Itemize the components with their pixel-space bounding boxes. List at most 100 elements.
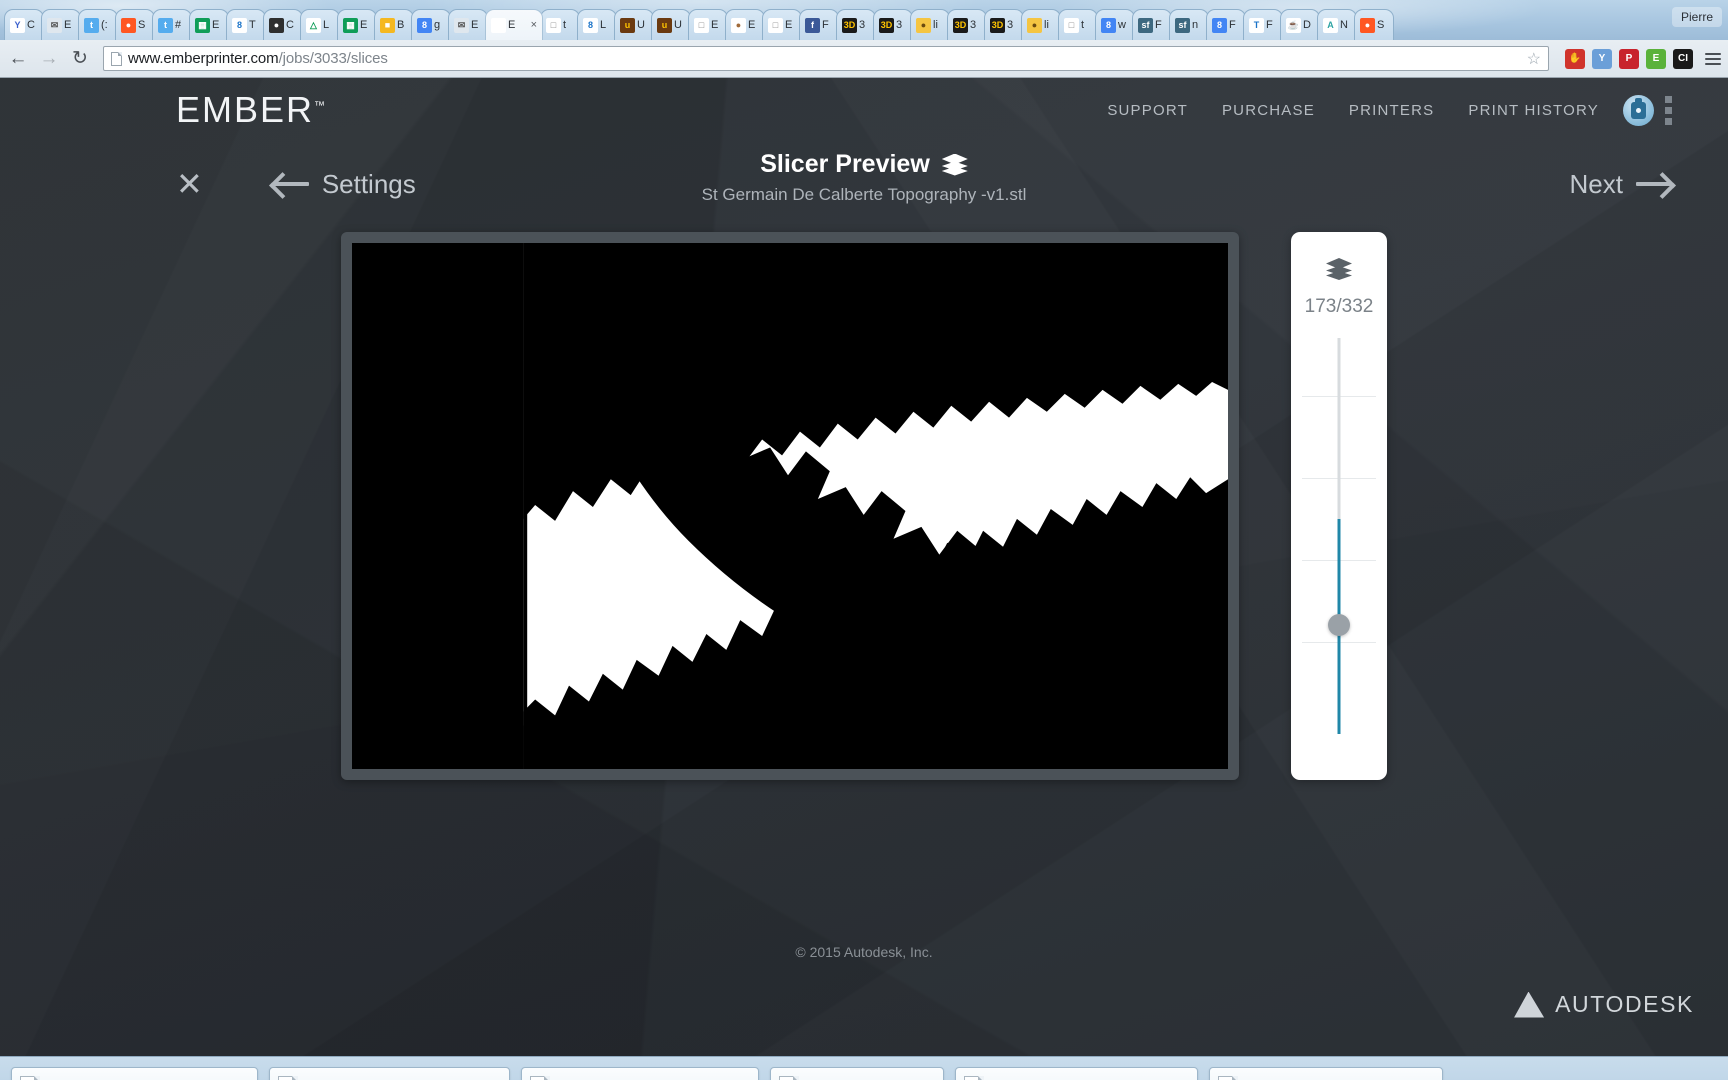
- browser-tab[interactable]: 8g: [411, 9, 451, 40]
- browser-tab[interactable]: TF: [1243, 9, 1283, 40]
- download-item[interactable]: heightmap2stl.jar▼: [770, 1067, 945, 1080]
- tab-favicon-icon: sf: [1175, 18, 1190, 33]
- address-bar[interactable]: www.emberprinter.com/jobs/3033/slices ☆: [103, 46, 1549, 71]
- overflow-menu-icon[interactable]: [1665, 96, 1672, 125]
- nav-printers[interactable]: PRINTERS: [1349, 102, 1434, 119]
- pinterest-icon[interactable]: P: [1619, 49, 1639, 69]
- browser-tab[interactable]: △L: [300, 9, 340, 40]
- browser-tab[interactable]: 3D3: [836, 9, 876, 40]
- download-item[interactable]: St Germain De Calbert....zip▼: [955, 1067, 1198, 1080]
- browser-tab[interactable]: ☕D: [1280, 9, 1320, 40]
- tab-title: #: [175, 19, 181, 31]
- tab-title: F: [1155, 19, 1162, 31]
- tab-favicon-icon: 3D: [990, 18, 1005, 33]
- profile-name[interactable]: Pierre: [1672, 7, 1722, 27]
- browser-tab[interactable]: ✉E: [448, 9, 488, 40]
- avatar[interactable]: [1623, 95, 1654, 126]
- tab-favicon-icon: Y: [10, 18, 25, 33]
- forward-arrow-icon[interactable]: →: [38, 48, 60, 70]
- tab-title: E: [360, 19, 367, 31]
- tab-favicon-icon: t: [84, 18, 99, 33]
- browser-tab[interactable]: sfn: [1169, 9, 1209, 40]
- ci-extension-icon[interactable]: CI: [1673, 49, 1693, 69]
- browser-tab[interactable]: E×: [485, 9, 543, 40]
- browser-tab[interactable]: ✉E: [41, 9, 81, 40]
- browser-tab[interactable]: ●C: [263, 9, 303, 40]
- slider-track-wrap[interactable]: [1291, 332, 1387, 780]
- chrome-menu-icon[interactable]: [1705, 53, 1721, 65]
- tab-favicon-icon: □: [546, 18, 561, 33]
- evernote-icon[interactable]: E: [1646, 49, 1666, 69]
- back-arrow-icon[interactable]: ←: [7, 48, 29, 70]
- download-item[interactable]: blender-2.73a-OSX_1....zip▼: [521, 1067, 759, 1080]
- back-to-settings-button[interactable]: Settings: [273, 169, 416, 200]
- layer-slider-panel[interactable]: 173/332: [1291, 232, 1387, 780]
- browser-tab[interactable]: □t: [540, 9, 580, 40]
- bookmark-star-icon[interactable]: ☆: [1527, 49, 1541, 69]
- nav-print-history[interactable]: PRINT HISTORY: [1468, 102, 1599, 119]
- tab-title: 3: [1007, 19, 1013, 31]
- ember-logo[interactable]: EMBER™: [176, 89, 325, 131]
- tab-title: E: [64, 19, 71, 31]
- browser-tab[interactable]: 8L: [577, 9, 617, 40]
- tab-favicon-icon: △: [306, 18, 321, 33]
- nav-support[interactable]: SUPPORT: [1107, 102, 1188, 119]
- nav-purchase[interactable]: PURCHASE: [1222, 102, 1315, 119]
- browser-tab[interactable]: ▦E: [337, 9, 377, 40]
- browser-tab[interactable]: 3D3: [873, 9, 913, 40]
- close-icon[interactable]: ✕: [176, 168, 203, 200]
- browser-tab[interactable]: t(:: [78, 9, 118, 40]
- tab-title: 3: [970, 19, 976, 31]
- browser-tab[interactable]: ■B: [374, 9, 414, 40]
- tab-close-icon[interactable]: ×: [531, 19, 537, 31]
- browser-tab[interactable]: ●li: [910, 9, 950, 40]
- tab-title: (:: [101, 19, 108, 31]
- browser-tab[interactable]: ●S: [115, 9, 155, 40]
- preview-stage: 173/332: [0, 226, 1728, 780]
- browser-chrome: YC✉Et(:●St#▦E8T●C△L▦E■B8g✉EE×□t8LuUuU□E●…: [0, 0, 1728, 1080]
- tab-favicon-icon: □: [768, 18, 783, 33]
- autodesk-brand: AUTODESK: [1514, 991, 1694, 1018]
- tab-favicon-icon: □: [1064, 18, 1079, 33]
- wizard-subheader: ✕ Settings Slicer Preview St Germain De …: [0, 142, 1728, 226]
- browser-tab[interactable]: uU: [614, 9, 654, 40]
- browser-tab[interactable]: ●E: [725, 9, 765, 40]
- slider-knob[interactable]: [1328, 614, 1350, 636]
- next-button[interactable]: Next: [1570, 169, 1672, 200]
- tab-title: E: [471, 19, 478, 31]
- browser-tab[interactable]: □E: [688, 9, 728, 40]
- browser-tab[interactable]: 3D3: [947, 9, 987, 40]
- browser-tab[interactable]: t#: [152, 9, 192, 40]
- browser-tab[interactable]: YC: [4, 9, 44, 40]
- slice-canvas[interactable]: [352, 243, 1228, 769]
- tab-favicon-icon: 3D: [879, 18, 894, 33]
- file-icon: [20, 1076, 40, 1080]
- yahoo-icon[interactable]: Y: [1592, 49, 1612, 69]
- tab-favicon-icon: t: [158, 18, 173, 33]
- layer-counter: 173/332: [1305, 296, 1374, 318]
- browser-tab[interactable]: 8T: [226, 9, 266, 40]
- browser-tab[interactable]: 8F: [1206, 9, 1246, 40]
- browser-tab[interactable]: ●S: [1354, 9, 1394, 40]
- ember-logo-text: EMBER: [176, 89, 314, 130]
- tab-title: F: [822, 19, 829, 31]
- download-item[interactable]: smith-1.2.2015021....tar.gz▼: [1209, 1067, 1443, 1080]
- adblock-icon[interactable]: ✋: [1565, 49, 1585, 69]
- download-item[interactable]: St_Germain_De_Cal....tar.gz▼: [11, 1067, 258, 1080]
- browser-tab[interactable]: ▦E: [189, 9, 229, 40]
- browser-tab[interactable]: AN: [1317, 9, 1357, 40]
- tab-title: F: [1266, 19, 1273, 31]
- download-item[interactable]: St Germain – 10km ter....zip▼: [269, 1067, 510, 1080]
- browser-tab[interactable]: fF: [799, 9, 839, 40]
- browser-tab[interactable]: sfF: [1132, 9, 1172, 40]
- browser-tab[interactable]: □E: [762, 9, 802, 40]
- tab-favicon-icon: [491, 18, 506, 33]
- browser-tab[interactable]: ●li: [1021, 9, 1061, 40]
- browser-tab[interactable]: □t: [1058, 9, 1098, 40]
- reload-icon[interactable]: ↻: [69, 48, 91, 70]
- tab-title: U: [637, 19, 645, 31]
- browser-tab[interactable]: 8w: [1095, 9, 1135, 40]
- browser-tab[interactable]: 3D3: [984, 9, 1024, 40]
- ember-app: EMBER™ SUPPORT PURCHASE PRINTERS PRINT HIST…: [0, 78, 1728, 1056]
- browser-tab[interactable]: uU: [651, 9, 691, 40]
